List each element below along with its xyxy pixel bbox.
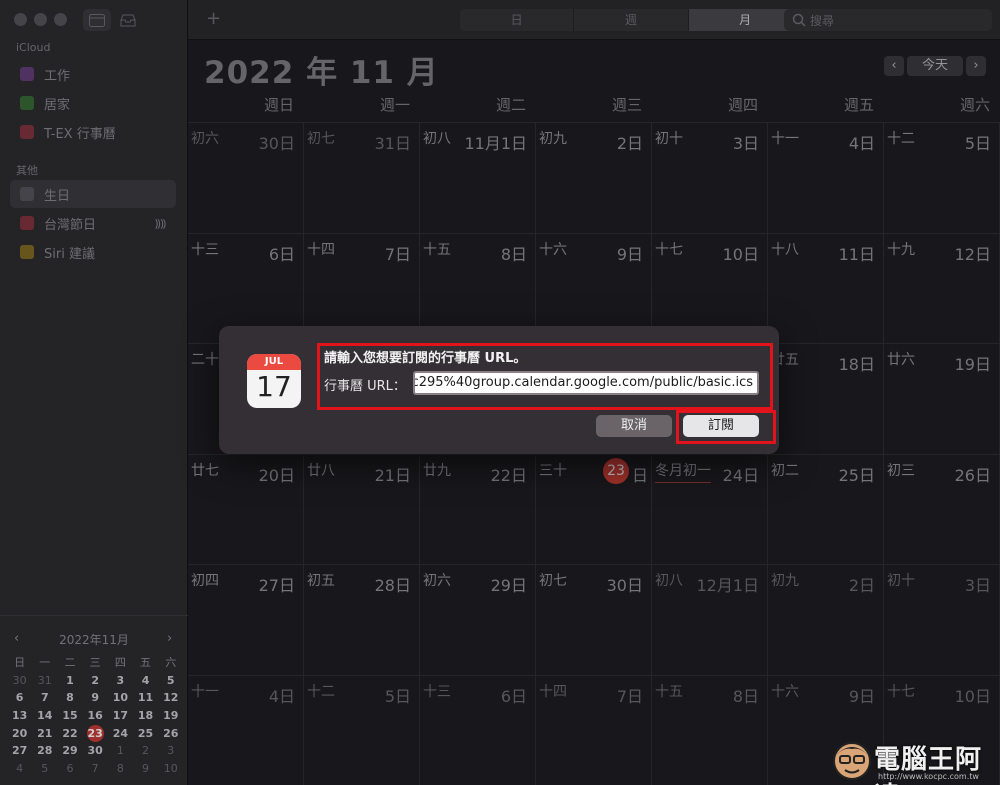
- highlight-url-box: [317, 343, 773, 410]
- calendar-icon-day: 17: [256, 370, 292, 403]
- calendar-app-icon: JUL 17: [247, 354, 301, 408]
- calendar-icon-month: JUL: [247, 354, 301, 370]
- mascot-logo-icon: [833, 742, 871, 780]
- highlight-subscribe-box: [676, 410, 776, 444]
- watermark: 電腦王阿達 http://www.kocpc.com.tw: [830, 737, 1000, 785]
- watermark-url: http://www.kocpc.com.tw: [878, 772, 979, 781]
- cancel-button[interactable]: 取消: [596, 415, 672, 437]
